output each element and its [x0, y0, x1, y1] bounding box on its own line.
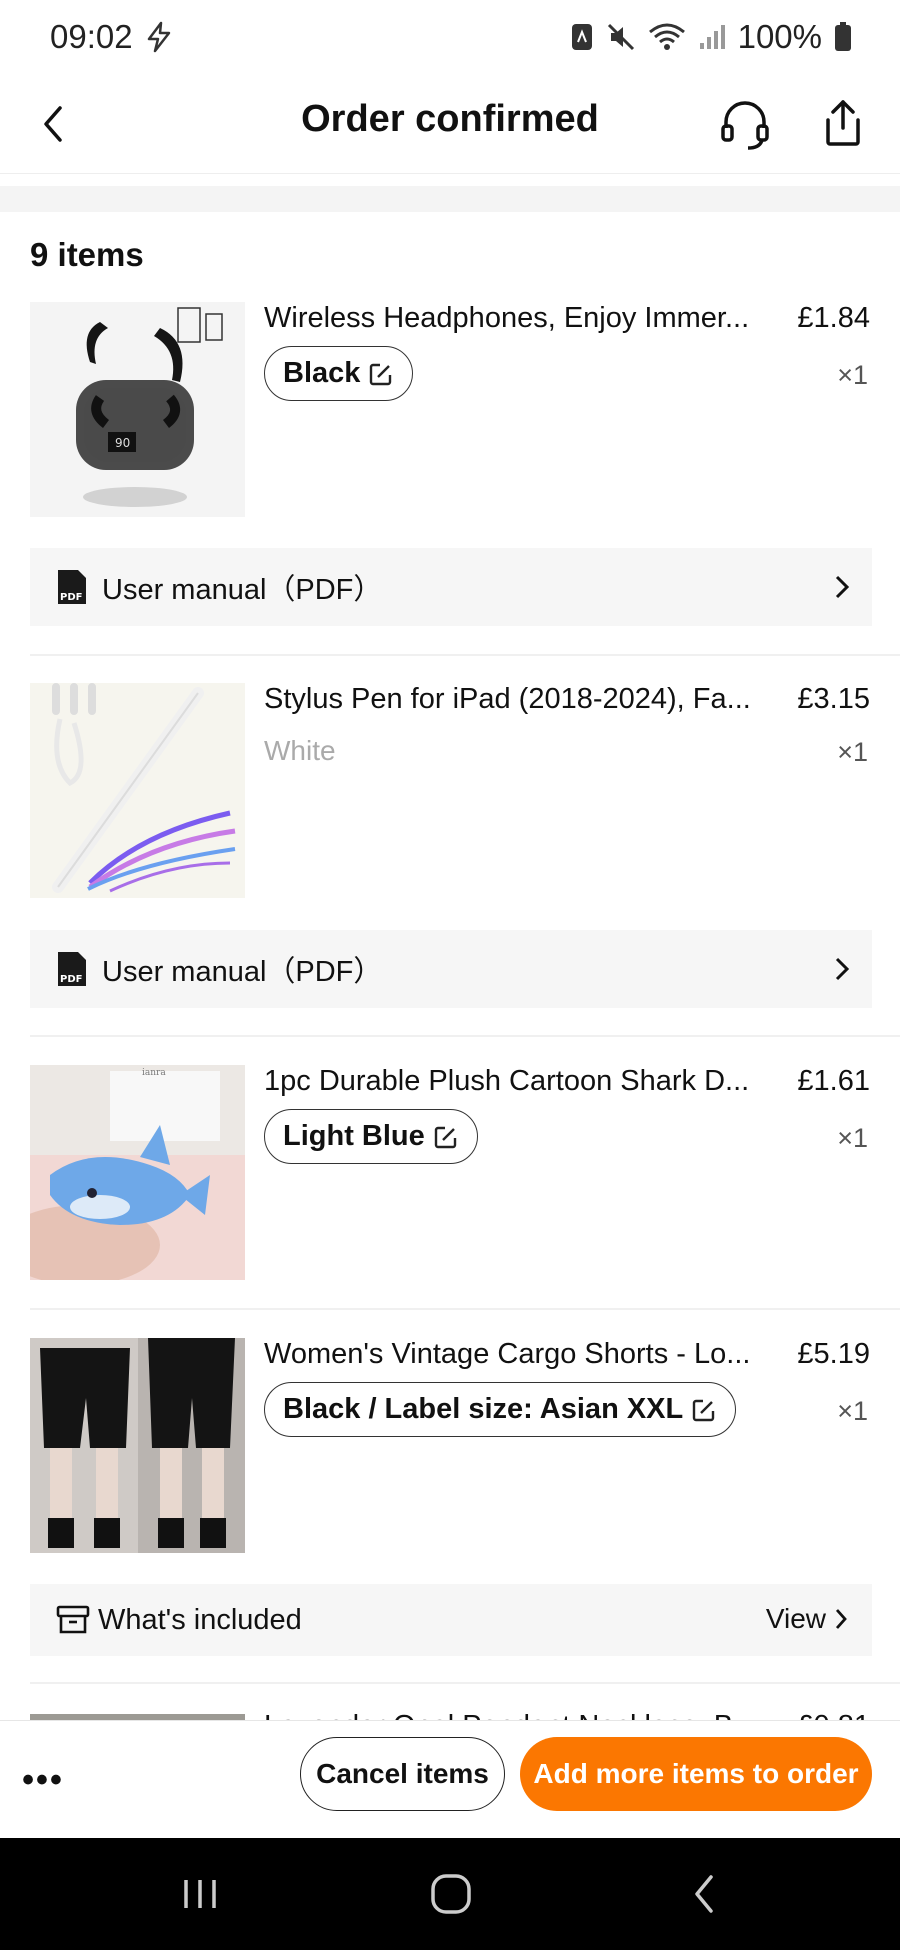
- product-name[interactable]: 1pc Durable Plush Cartoon Shark D...: [264, 1065, 774, 1098]
- user-manual-label: User manual（PDF）: [102, 574, 383, 606]
- item-divider: [30, 1308, 900, 1310]
- mute-icon: [606, 22, 636, 52]
- header: Order confirmed: [0, 74, 900, 174]
- pdf-icon: PDF: [58, 952, 86, 986]
- flash-icon: [143, 21, 175, 53]
- item-divider: [30, 654, 900, 656]
- product-name[interactable]: Women's Vintage Cargo Shorts - Lo...: [264, 1338, 774, 1371]
- system-back-button[interactable]: [674, 1868, 734, 1920]
- package-box-icon: [56, 1605, 90, 1634]
- battery-icon: [834, 22, 852, 52]
- system-nav-bar: [0, 1838, 900, 1950]
- headset-icon: [721, 101, 769, 150]
- item-divider: [30, 1682, 900, 1684]
- more-options-button[interactable]: •••: [22, 1759, 64, 1801]
- product-qty: ×1: [837, 360, 868, 390]
- product-qty: ×1: [837, 1123, 868, 1153]
- product-name[interactable]: Stylus Pen for iPad (2018-2024), Fa...: [264, 683, 774, 716]
- variant-selector[interactable]: Black: [264, 346, 414, 401]
- whats-included-label: What's included: [98, 1603, 302, 1636]
- view-label: View: [765, 1603, 826, 1634]
- support-button[interactable]: [716, 96, 774, 154]
- edit-icon: [434, 1126, 456, 1148]
- nfc-icon: [570, 22, 594, 52]
- chevron-right-icon: [835, 575, 850, 599]
- bottom-action-bar: ••• Cancel items Add more items to order: [0, 1720, 900, 1838]
- recent-apps-icon: [184, 1880, 216, 1908]
- items-count: 9 items: [30, 236, 144, 273]
- product-item[interactable]: 90 Wireless Headphones, Enjoy Immer... £…: [0, 302, 900, 522]
- user-manual-row[interactable]: PDF User manual（PDF）: [30, 548, 872, 626]
- product-item[interactable]: Lavender Opal Pendant Necklace, B... £0.…: [0, 1700, 900, 1722]
- view-link[interactable]: View: [766, 1603, 848, 1635]
- add-more-items-button[interactable]: Add more items to order: [520, 1737, 872, 1811]
- user-manual-row[interactable]: PDF User manual（PDF）: [30, 930, 872, 1008]
- recent-apps-button[interactable]: [170, 1868, 230, 1920]
- product-image-stylus[interactable]: [30, 683, 245, 898]
- chevron-right-icon: [835, 1609, 847, 1629]
- item-divider: [30, 1035, 900, 1037]
- edit-icon: [693, 1399, 715, 1421]
- cancel-items-button[interactable]: Cancel items: [300, 1737, 505, 1811]
- chevron-right-icon: [835, 957, 850, 981]
- product-qty: ×1: [837, 1396, 868, 1426]
- signal-icon: [698, 23, 726, 51]
- product-price: £5.19: [797, 1338, 870, 1370]
- back-button[interactable]: [30, 100, 78, 148]
- edit-icon: [370, 363, 392, 385]
- product-item[interactable]: ianra 1pc Durable Plush Cartoon Shark D.…: [0, 1065, 900, 1285]
- variant-selector[interactable]: Black / Label size: Asian XXL: [264, 1382, 737, 1437]
- svg-text:ianra: ianra: [142, 1068, 166, 1078]
- variant-label: Black / Label size: Asian XXL: [283, 1393, 684, 1425]
- status-bar: 09:02 100%: [0, 0, 900, 74]
- pdf-icon: PDF: [58, 570, 86, 604]
- variant-label: White: [264, 735, 336, 766]
- section-divider: [0, 186, 900, 212]
- whats-included-row[interactable]: What's included View: [30, 1584, 872, 1656]
- home-button[interactable]: [421, 1868, 481, 1920]
- product-image-shark[interactable]: ianra: [30, 1065, 245, 1280]
- share-button[interactable]: [814, 94, 872, 152]
- svg-text:PDF: PDF: [60, 974, 82, 985]
- variant-selector[interactable]: Light Blue: [264, 1109, 478, 1164]
- product-price: £1.84: [797, 302, 870, 334]
- product-qty: ×1: [837, 737, 868, 767]
- user-manual-label: User manual（PDF）: [102, 956, 383, 988]
- wifi-icon: [648, 22, 686, 52]
- variant-label: Light Blue: [283, 1120, 425, 1152]
- product-item[interactable]: Stylus Pen for iPad (2018-2024), Fa... £…: [0, 683, 900, 903]
- product-price: £1.61: [797, 1065, 870, 1097]
- battery-percent: 100%: [737, 18, 822, 55]
- product-image-shorts[interactable]: [30, 1338, 245, 1553]
- back-icon: [44, 106, 62, 142]
- back-icon: [695, 1875, 713, 1913]
- home-icon: [431, 1874, 471, 1914]
- product-price: £3.15: [797, 683, 870, 715]
- svg-text:PDF: PDF: [60, 592, 82, 603]
- product-name[interactable]: Wireless Headphones, Enjoy Immer...: [264, 302, 774, 335]
- variant-label: Black: [283, 357, 361, 389]
- product-item[interactable]: Women's Vintage Cargo Shorts - Lo... £5.…: [0, 1338, 900, 1558]
- status-time: 09:02: [50, 18, 133, 55]
- svg-text:90: 90: [115, 436, 130, 450]
- share-icon: [826, 100, 860, 146]
- product-image-headphones[interactable]: 90: [30, 302, 245, 517]
